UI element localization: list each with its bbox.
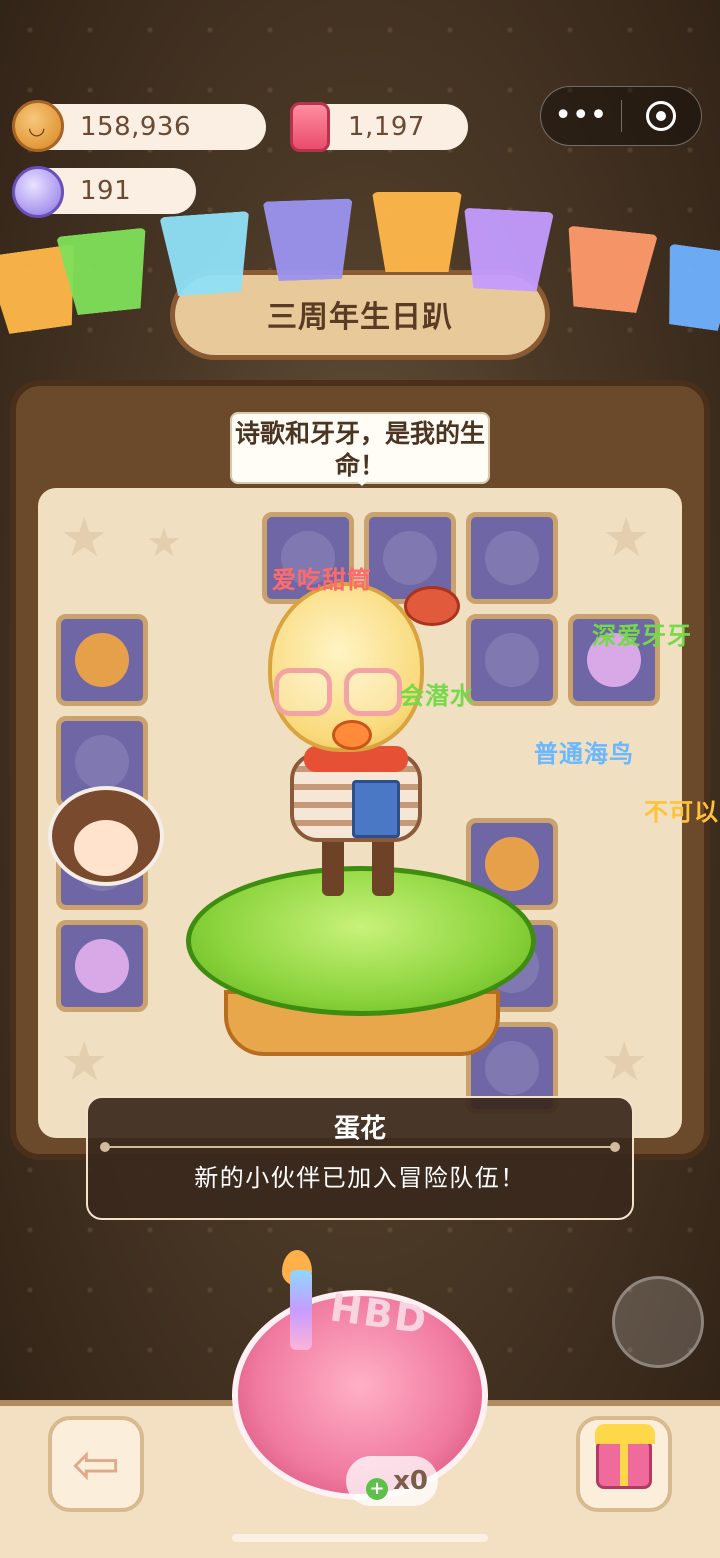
notice-message: 新的小伙伴已加入冒险队伍！ [194, 1164, 526, 1192]
miniprogram-capsule: ••• [540, 86, 702, 146]
notice-divider [100, 1142, 620, 1152]
bunting-flag [372, 192, 462, 272]
back-arrow-icon: ⇦ [71, 1430, 121, 1498]
star-decoration: ★ [600, 1030, 649, 1093]
more-dots-icon[interactable]: ••• [541, 101, 621, 131]
board-slot[interactable] [466, 512, 558, 604]
character-leg [322, 836, 344, 896]
cookie-coin-icon [12, 100, 64, 152]
board-slot[interactable] [56, 920, 148, 1012]
cake-platform-top [186, 866, 536, 1016]
star-decoration: ★ [602, 506, 651, 569]
trait-tag: 爱吃甜筒 [272, 566, 372, 594]
coin-value: 158,936 [80, 112, 192, 142]
plus-icon[interactable]: + [366, 1478, 388, 1500]
home-indicator [232, 1534, 488, 1542]
cake-count-badge: + x0 [346, 1456, 438, 1506]
candy-value: 191 [80, 176, 132, 206]
gift-button[interactable] [576, 1416, 672, 1512]
back-button[interactable]: ⇦ [48, 1416, 144, 1512]
board-slot[interactable] [466, 614, 558, 706]
jelly-gem-icon [290, 102, 330, 152]
trait-tag: 会潜水 [400, 682, 475, 710]
cake-count: x0 [393, 1466, 428, 1496]
star-decoration: ★ [146, 520, 182, 566]
trait-tag: 普通海鸟 [534, 740, 634, 768]
trait-tag: 深爱牙牙 [592, 622, 692, 650]
glasses-right [344, 668, 402, 716]
glasses-left [274, 668, 332, 716]
gem-value: 1,197 [348, 112, 425, 142]
trait-tag: 不可以 [644, 798, 719, 826]
banner-title: 三周年生日趴 [267, 300, 453, 335]
bunting-flag [263, 198, 356, 281]
character-leg [372, 836, 394, 896]
star-decoration: ★ [60, 506, 109, 569]
notice-title: 蛋花 [333, 1114, 386, 1144]
character-beak [332, 720, 372, 750]
side-avatar-button[interactable] [612, 1276, 704, 1368]
board-slot[interactable] [56, 614, 148, 706]
character-beret [404, 586, 460, 626]
target-close-icon[interactable] [622, 101, 702, 131]
npc-face [74, 820, 138, 876]
gift-box-icon [595, 1424, 655, 1489]
speech-bubble: 诗歌和牙牙，是我的生命！ [230, 412, 490, 486]
candle [290, 1270, 312, 1350]
candy-icon [12, 166, 64, 218]
character-book [352, 780, 400, 838]
star-decoration: ★ [60, 1030, 109, 1093]
